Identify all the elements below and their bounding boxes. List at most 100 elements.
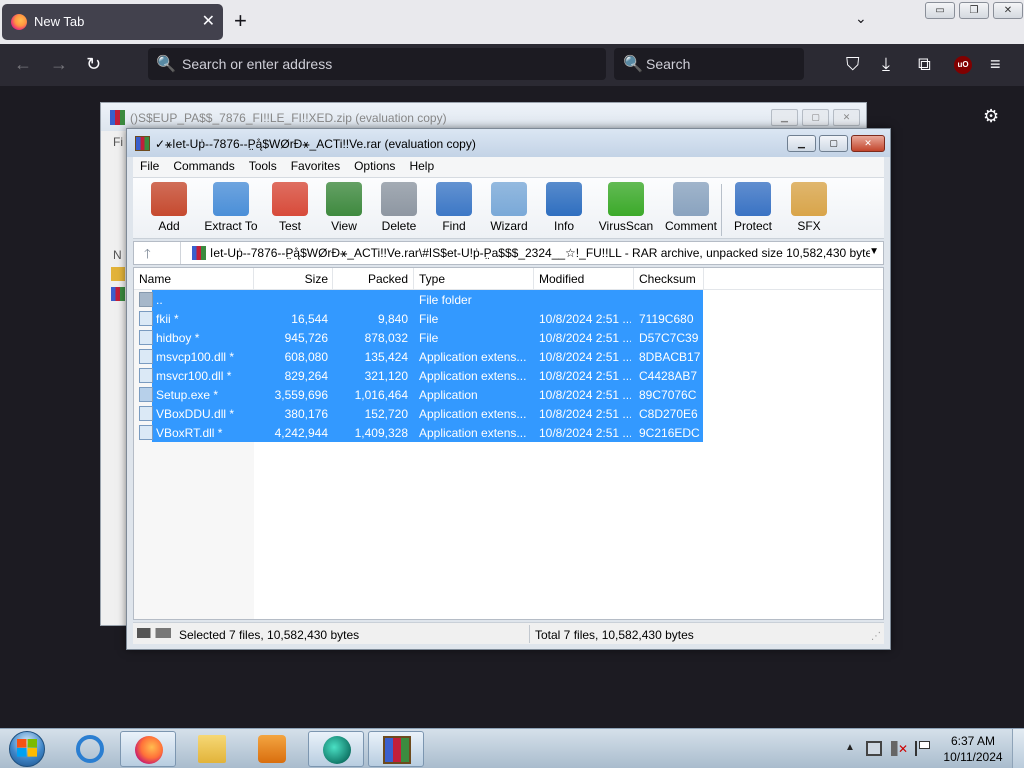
virusscan-button[interactable]: VirusScan [593, 182, 659, 236]
table-row[interactable]: .. File folder [134, 290, 883, 309]
file-icon [139, 311, 153, 326]
comment-label: Comment [664, 219, 717, 233]
column-header-name-partial[interactable]: N [113, 248, 122, 262]
close-button[interactable]: ✕ [993, 2, 1023, 19]
restore-button[interactable]: ❐ [959, 2, 989, 19]
menu-item-file-partial[interactable]: Fi [113, 135, 123, 149]
column-header-name[interactable]: Name [139, 272, 171, 286]
winrar-window[interactable]: ✓⚹𐌉et-Uṗ--7876--P̤ą̊$WØrÐ⚹_ACTi!!Ve.rar … [126, 128, 891, 650]
table-row[interactable]: msvcr100.dll * 829,264 321,120 Applicati… [134, 366, 883, 385]
column-header-packed[interactable]: Packed [330, 272, 408, 286]
taskbar-file-explorer[interactable] [184, 731, 240, 767]
taskbar-winrar[interactable] [368, 731, 424, 767]
resize-grip-icon[interactable]: ⋰ [871, 631, 881, 642]
taskbar: ▲ ✕ 6:37 AM 10/11/2024 [0, 728, 1024, 768]
extract-to-button[interactable]: Extract To [197, 182, 265, 236]
cell-name: VBoxDDU.dll * [156, 407, 235, 421]
menu-options[interactable]: Options [347, 157, 402, 177]
system-clock[interactable]: 6:37 AM 10/11/2024 [940, 733, 1006, 765]
cell-packed: 152,720 [364, 407, 408, 421]
test-button[interactable]: Test [260, 182, 320, 236]
table-row[interactable]: VBoxRT.dll * 4,242,944 1,409,328 Applica… [134, 423, 883, 442]
internet-explorer-icon [76, 735, 104, 763]
new-tab-button[interactable]: + [234, 8, 247, 34]
sfx-button[interactable]: SFX [779, 182, 839, 236]
up-arrow-icon[interactable]: 🡑 [144, 245, 151, 267]
taskbar-internet-explorer[interactable] [62, 731, 118, 767]
add-button[interactable]: Add [139, 182, 199, 236]
address-bar[interactable]: 🔍 Search or enter address [148, 48, 606, 80]
extract-folder-icon [213, 182, 249, 216]
taskbar-media-player[interactable] [244, 731, 300, 767]
taskbar-firefox[interactable] [120, 731, 176, 767]
volume-muted-icon[interactable]: ✕ [891, 741, 908, 756]
maximize-button[interactable]: ▢ [819, 135, 848, 152]
forward-arrow-icon[interactable]: → [50, 54, 68, 75]
extensions-icon[interactable]: ⧉ [918, 54, 931, 75]
ublock-origin-icon[interactable]: uO [954, 56, 972, 74]
comment-button[interactable]: Comment [659, 182, 723, 236]
table-row[interactable]: Setup.exe * 3,559,696 1,016,464 Applicat… [134, 385, 883, 404]
column-header-type[interactable]: Type [419, 272, 445, 286]
column-header-modified[interactable]: Modified [539, 272, 584, 286]
table-row[interactable]: fkii * 16,544 9,840 File 10/8/2024 2:51 … [134, 309, 883, 328]
network-icon[interactable] [866, 741, 882, 756]
download-icon[interactable]: ⤓ [882, 54, 890, 75]
file-list[interactable]: Name Size Packed Type Modified Checksum … [133, 267, 884, 620]
tab-title: New Tab [34, 14, 85, 29]
taskbar-app[interactable] [308, 731, 364, 767]
pocket-icon[interactable]: ⛉ [846, 54, 860, 75]
view-label: View [331, 219, 357, 233]
title-bar[interactable]: ✓⚹𐌉et-Uṗ--7876--P̤ą̊$WØrÐ⚹_ACTi!!Ve.rar … [127, 129, 890, 157]
show-desktop-button[interactable] [1012, 729, 1024, 768]
menu-help[interactable]: Help [402, 157, 441, 177]
table-row[interactable]: hidboy * 945,726 878,032 File 10/8/2024 … [134, 328, 883, 347]
minimize-button[interactable]: ▁ [787, 135, 816, 152]
cell-packed: 878,032 [364, 331, 408, 345]
action-center-flag-icon[interactable] [915, 741, 931, 756]
view-button[interactable]: View [314, 182, 374, 236]
cell-name: msvcr100.dll * [156, 369, 232, 383]
sfx-label: SFX [797, 219, 821, 233]
cell-packed: 321,120 [364, 369, 408, 383]
tab-new-tab[interactable]: New Tab ✕ [2, 4, 223, 40]
table-row[interactable]: msvcp100.dll * 608,080 135,424 Applicati… [134, 347, 883, 366]
folder-up-icon [139, 292, 153, 307]
minimize-button[interactable]: ▁ [771, 109, 798, 126]
chevron-down-icon[interactable]: ▼ [869, 246, 879, 257]
show-hidden-icons-button[interactable]: ▲ [845, 742, 855, 753]
address-path-bar[interactable]: 🡑 𐌉et-Uṗ--7876--P̤ą̊$WØrÐ⚹_ACTi!!Ve.rar\… [133, 241, 884, 265]
test-clipboard-icon [272, 182, 308, 216]
list-all-tabs-icon[interactable]: ⌄ [855, 10, 867, 27]
column-header-size[interactable]: Size [252, 272, 328, 286]
minimize-button[interactable]: ▭ [925, 2, 955, 19]
browser-window-controls: ▭ ❐ ✕ [925, 2, 1023, 19]
reload-icon[interactable]: ↻ [86, 54, 101, 75]
start-button[interactable] [2, 729, 52, 768]
info-button[interactable]: Info [534, 182, 594, 236]
table-row[interactable]: VBoxDDU.dll * 380,176 152,720 Applicatio… [134, 404, 883, 423]
wizard-button[interactable]: Wizard [479, 182, 539, 236]
search-bar[interactable]: 🔍 Search [614, 48, 804, 80]
menu-tools[interactable]: Tools [242, 157, 284, 177]
close-button[interactable]: ✕ [833, 109, 860, 126]
find-button[interactable]: Find [424, 182, 484, 236]
menu-favorites[interactable]: Favorites [284, 157, 347, 177]
maximize-button[interactable]: ▢ [802, 109, 829, 126]
menu-commands[interactable]: Commands [166, 157, 241, 177]
tab-close-icon[interactable]: ✕ [202, 11, 215, 31]
folder-icon [198, 735, 226, 763]
dll-file-icon [139, 406, 153, 421]
delete-button[interactable]: Delete [369, 182, 429, 236]
dll-file-icon [139, 349, 153, 364]
back-arrow-icon[interactable]: ← [14, 54, 32, 75]
flag-shape [919, 741, 930, 749]
drive-icon[interactable] [137, 628, 171, 638]
protect-button[interactable]: Protect [723, 182, 783, 236]
title-bar[interactable]: ()S$EUP_PA$$_7876_FI!!LE_FI!!XED.zip (ev… [101, 103, 866, 131]
menu-file[interactable]: File [133, 157, 166, 177]
close-button[interactable]: ✕ [851, 135, 885, 152]
hamburger-menu-icon[interactable]: ≡ [990, 54, 1001, 75]
column-header-checksum[interactable]: Checksum [639, 272, 696, 286]
settings-gear-icon[interactable]: ⚙ [983, 106, 999, 127]
